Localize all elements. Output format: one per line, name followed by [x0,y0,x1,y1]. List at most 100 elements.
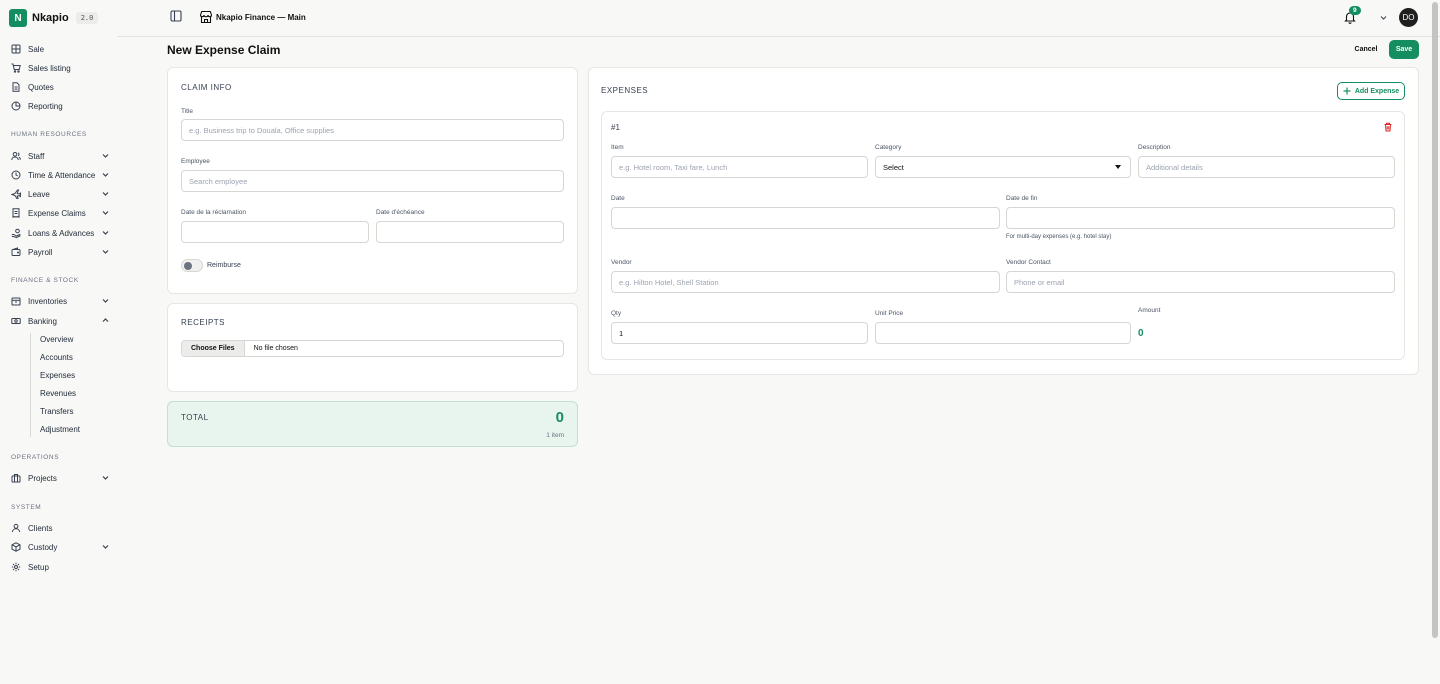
grid-icon [9,42,23,56]
sidebar-item-reporting[interactable]: Reporting [9,98,113,114]
hand-coins-icon [9,226,23,240]
sidebar-subitem-transfers[interactable]: Transfers [40,407,74,416]
section-finance-stock: FINANCE & STOCK [11,277,79,284]
user-icon [9,521,23,535]
sidebar-item-payroll[interactable]: Payroll [9,244,113,260]
save-button[interactable]: Save [1389,40,1419,59]
wallet-icon [9,245,23,259]
sidebar-subitem-revenues[interactable]: Revenues [40,389,76,398]
trash-icon[interactable] [1383,122,1393,132]
page-title: New Expense Claim [167,43,281,57]
cart-icon [9,61,23,75]
sidebar-item-clients[interactable]: Clients [9,520,113,536]
sidebar-item-staff[interactable]: Staff [9,148,113,164]
date-input[interactable] [611,207,1000,229]
date-label: Date [611,195,625,202]
claim-date-label: Date de la réclamation [181,209,247,216]
sidebar-item-projects[interactable]: Projects [9,470,113,486]
reimburse-label: Reimburse [207,262,241,269]
sidebar-item-loans-advances[interactable]: Loans & Advances [9,225,113,241]
vendor-label: Vendor [611,259,632,266]
due-date-input[interactable] [376,221,564,243]
brand[interactable]: N Nkapio 2.0 [9,9,99,27]
page-scrollbar[interactable] [1432,2,1438,638]
category-select[interactable]: Select [875,156,1131,178]
sidebar-subitem-overview[interactable]: Overview [40,335,73,344]
sidebar-item-custody[interactable]: Custody [9,539,113,555]
sidebar-item-expense-claims[interactable]: Expense Claims [9,205,113,221]
sidebar-item-sale[interactable]: Sale [9,41,113,57]
sidebar-item-label: Projects [28,473,57,483]
brand-logo: N [9,9,27,27]
briefcase-icon [9,471,23,485]
description-input[interactable]: Additional details [1138,156,1395,178]
topbar: Nkapio Finance — Main 9 DO [117,0,1440,37]
end-date-input[interactable] [1006,207,1395,229]
add-expense-button[interactable]: Add Expense [1337,82,1405,100]
chevron-down-icon[interactable] [1380,14,1387,21]
item-input[interactable]: e.g. Hotel room, Taxi fare, Lunch [611,156,868,178]
unit-price-input[interactable] [875,322,1131,344]
description-label: Description [1138,144,1171,151]
amount-label: Amount [1138,307,1161,314]
sidebar-item-label: Staff [28,151,45,161]
title-input[interactable]: e.g. Business trip to Douala, Office sup… [181,119,564,141]
gear-icon [9,560,23,574]
qty-label: Qty [611,310,622,317]
expense-item-number: #1 [611,123,620,132]
sidebar-item-sales-listing[interactable]: Sales listing [9,60,113,76]
sidebar-item-banking[interactable]: Banking [9,313,113,329]
store-icon [199,10,213,24]
sidebar-item-label: Reporting [28,101,63,111]
expenses-title: EXPENSES [601,86,649,95]
chevron-down-icon [102,229,109,236]
chevron-down-icon [102,297,109,304]
clock-icon [9,168,23,182]
sidebar-item-label: Payroll [28,247,53,257]
cancel-button[interactable]: Cancel [1348,41,1384,58]
vendor-input[interactable]: e.g. Hilton Hotel, Shell Station [611,271,1000,293]
sidebar-item-leave[interactable]: Leave [9,186,113,202]
sidebar-toggle-icon[interactable] [170,10,182,22]
total-label: TOTAL [181,413,209,422]
sidebar-item-quotes[interactable]: Quotes [9,79,113,95]
choose-files-button[interactable]: Choose Files [182,341,245,356]
total-value: 0 [555,409,564,426]
employee-search-input[interactable]: Search employee [181,170,564,192]
notification-badge: 9 [1349,6,1361,15]
claim-info-title: CLAIM INFO [181,83,232,92]
sidebar-item-inventories[interactable]: Inventories [9,293,113,309]
chevron-down-icon [102,543,109,550]
store-name[interactable]: Nkapio Finance — Main [216,13,306,22]
no-file-text: No file chosen [253,345,298,352]
sidebar-item-label: Banking [28,316,57,326]
qty-input[interactable]: 1 [611,322,868,344]
sidebar-subitem-adjustment[interactable]: Adjustment [40,425,80,434]
receipts-title: RECEIPTS [181,318,226,327]
item-label: Item [611,144,624,151]
chevron-down-icon [102,152,109,159]
total-item-count: 1 item [546,432,564,439]
sidebar-item-label: Expense Claims [28,208,86,218]
chevron-down-icon [102,171,109,178]
sidebar-item-label: Leave [28,189,50,199]
claim-date-input[interactable] [181,221,369,243]
sidebar-subitem-accounts[interactable]: Accounts [40,353,73,362]
plane-icon [9,187,23,201]
chevron-down-icon [102,190,109,197]
sidebar-item-setup[interactable]: Setup [9,559,113,575]
brand-name: Nkapio [32,12,69,24]
reimburse-toggle[interactable] [181,259,203,272]
receipts-file-input[interactable]: Choose Files No file chosen [181,340,564,357]
package-icon [9,540,23,554]
avatar[interactable]: DO [1399,8,1418,27]
vendor-contact-input[interactable]: Phone or email [1006,271,1395,293]
document-icon [9,80,23,94]
sidebar-subitem-expenses[interactable]: Expenses [40,371,75,380]
chevron-down-icon [102,474,109,481]
add-expense-label: Add Expense [1354,87,1400,95]
vendor-contact-label: Vendor Contact [1006,259,1051,266]
sidebar-item-time-attendance[interactable]: Time & Attendance [9,167,113,183]
sidebar-item-label: Custody [28,542,58,552]
plus-icon [1343,87,1351,95]
